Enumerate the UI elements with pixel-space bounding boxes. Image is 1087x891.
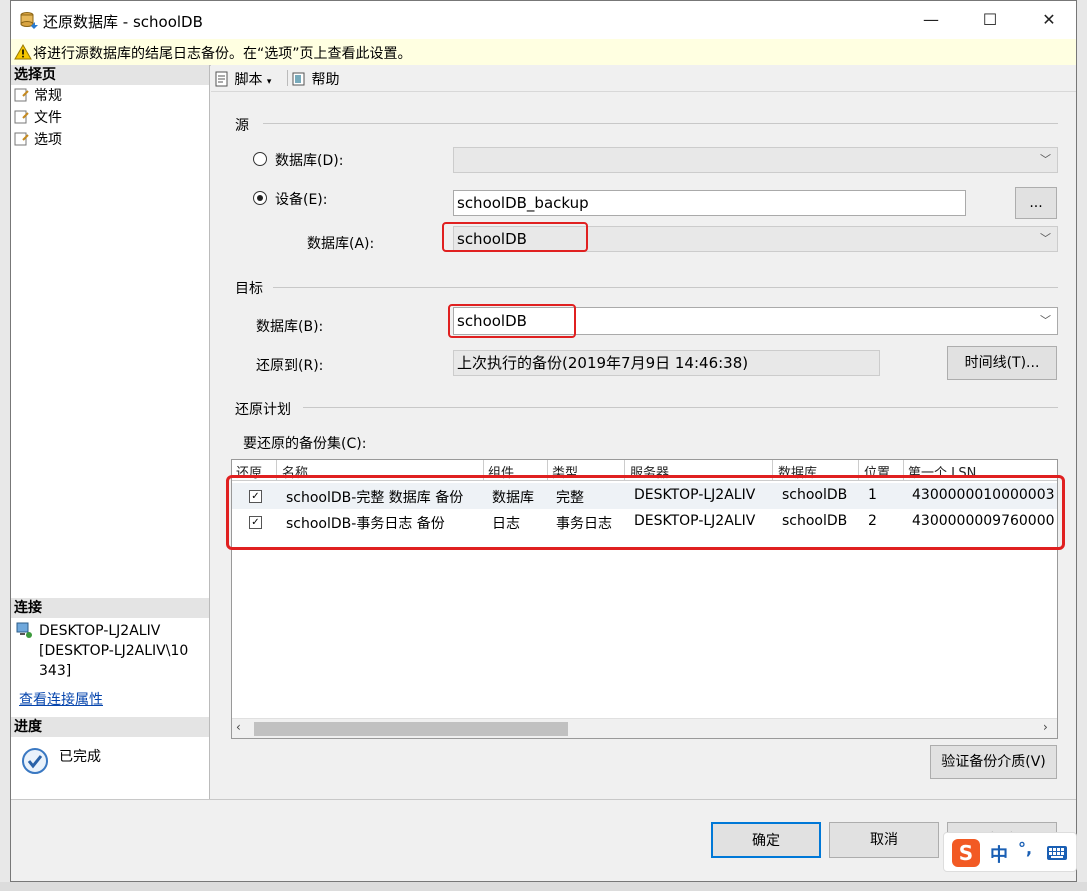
page-files[interactable]: 文件 [14,108,62,128]
ime-language[interactable]: 中 [990,841,1008,867]
restore-plan-group-label: 还原计划 [235,402,291,418]
restore-to-field: 上次执行的备份(2019年7月9日 14:46:38) [453,350,880,376]
source-device-radio[interactable] [253,191,267,205]
page-general[interactable]: 常规 [14,86,62,106]
source-database-combo-disabled: ﹀ [453,147,1058,173]
ime-toolbar[interactable]: S 中 °, [943,832,1077,872]
target-group-label: 目标 [235,281,263,297]
page-options[interactable]: 选项 [14,130,62,150]
keyboard-icon[interactable] [1046,845,1068,861]
connection-server-line-1: DESKTOP-LJ2ALIV [39,623,161,639]
background-desktop-right [1076,0,1087,891]
chevron-down-icon[interactable]: ﹀ [1040,308,1051,334]
script-dropdown-chevron-icon[interactable]: ▾ [267,77,272,87]
source-database-radio-label: 数据库(D): [275,153,344,169]
background-desktop-bottom [0,882,1087,891]
help-toolbar-button[interactable]: 帮助 [291,69,339,89]
progress-header: 进度 [11,717,209,737]
title-bar: 还原数据库 - schoolDB — ☐ ✕ [11,1,1076,39]
timeline-button[interactable]: 时间线(T)... [947,346,1057,380]
page-wrench-icon [14,88,29,102]
connection-server-line-2: [DESKTOP-LJ2ALIV\10 [39,643,189,659]
source-group-label: 源 [235,118,249,134]
toolbar: 脚本 ▾ 帮助 [211,65,1076,92]
verify-backup-media-button[interactable]: 验证备份介质(V) [930,745,1057,779]
completed-check-icon [22,748,48,774]
page-files-label: 文件 [34,110,62,126]
connection-header: 连接 [11,598,209,618]
source-device-field[interactable]: schoolDB_backup [453,190,966,216]
page-wrench-icon [14,110,29,124]
bottom-separator [11,799,1076,800]
script-button[interactable]: 脚本 ▾ [214,69,271,89]
window-title: 还原数据库 - schoolDB [43,13,203,31]
page-general-label: 常规 [34,88,62,104]
ime-punctuation[interactable]: °, [1018,839,1032,858]
server-connection-icon [16,622,32,638]
sogou-logo-icon: S [952,839,980,867]
page-wrench-icon [14,132,29,146]
highlight-source-db [442,222,588,252]
source-device-radio-label: 设备(E): [275,192,328,208]
target-group-line [273,287,1058,288]
close-button[interactable]: ✕ [1026,1,1072,39]
highlight-backup-sets [226,475,1065,550]
target-db-label: 数据库(B): [256,319,324,335]
select-page-header: 选择页 [11,65,209,85]
chevron-down-icon: ﹀ [1040,153,1051,166]
source-database-radio[interactable] [253,152,267,166]
ok-button[interactable]: 确定 [711,822,821,858]
toolbar-separator [287,70,288,86]
help-book-icon [292,72,305,86]
highlight-target-db [448,304,576,338]
restore-to-label: 还原到(R): [256,358,324,374]
database-restore-icon [20,12,38,29]
scroll-left-icon[interactable]: ‹ [236,720,241,734]
warning-icon [14,43,32,60]
script-icon [215,71,228,87]
script-label: 脚本 [234,72,263,88]
source-db-label: 数据库(A): [307,236,375,252]
restore-plan-group-line [303,407,1058,408]
chevron-down-icon[interactable]: ﹀ [1040,227,1051,251]
warning-bar: 将进行源数据库的结尾日志备份。在“选项”页上查看此设置。 [11,39,1076,66]
source-group-line [263,123,1058,124]
backup-sets-label: 要还原的备份集(C): [243,436,367,452]
progress-status: 已完成 [59,749,101,765]
page-options-label: 选项 [34,132,62,148]
scroll-right-icon[interactable]: › [1043,720,1048,734]
horizontal-scrollbar[interactable]: ‹ › [232,718,1057,738]
left-pane: 选择页 常规 文件 选项 连接 DESKTOP-LJ2ALIV [DESKTOP… [11,65,210,799]
view-connection-properties-link[interactable]: 查看连接属性 [19,689,103,709]
connection-server-line-3: 343] [39,663,72,679]
cancel-button[interactable]: 取消 [829,822,939,858]
minimize-button[interactable]: — [908,1,954,39]
warning-text: 将进行源数据库的结尾日志备份。在“选项”页上查看此设置。 [33,46,412,62]
scrollbar-thumb[interactable] [254,722,568,736]
maximize-button[interactable]: ☐ [967,1,1013,39]
browse-device-button[interactable]: ... [1015,187,1057,219]
help-toolbar-label: 帮助 [311,72,340,88]
restore-database-dialog: 还原数据库 - schoolDB — ☐ ✕ 将进行源数据库的结尾日志备份。在“… [10,0,1077,882]
